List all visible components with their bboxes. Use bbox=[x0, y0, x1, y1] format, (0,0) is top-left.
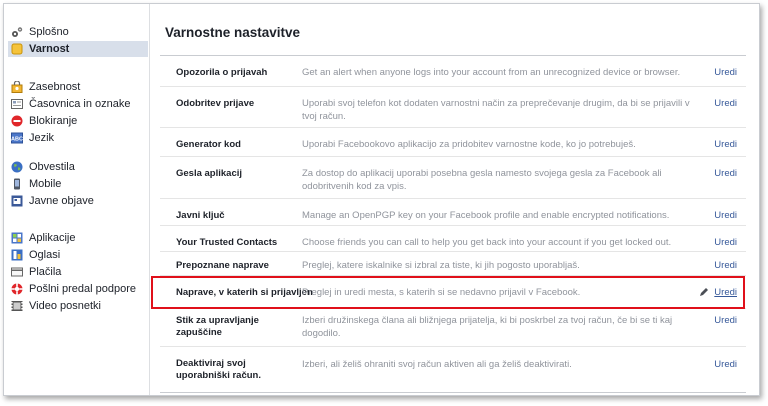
row-label: Opozorila o prijavah bbox=[176, 67, 268, 78]
sidebar-item-label: Zasebnost bbox=[29, 81, 81, 93]
privacy-lock-icon bbox=[11, 81, 23, 93]
globe-icon bbox=[11, 161, 23, 173]
sidebar-group-apps: Aplikacije Oglasi Plačila Pošlni predal … bbox=[8, 230, 148, 315]
sidebar-item-label: Obvestila bbox=[29, 161, 75, 173]
row-label: Generator kod bbox=[176, 139, 241, 150]
rss-icon bbox=[11, 195, 23, 207]
support-icon bbox=[11, 283, 23, 295]
edit-link[interactable]: Uredi bbox=[714, 259, 737, 272]
sidebar-item-label: Video posnetki bbox=[29, 300, 101, 312]
svg-text:ABC: ABC bbox=[11, 136, 23, 142]
row-label: Prepoznane naprave bbox=[176, 260, 269, 271]
sidebar-item-notifications[interactable]: Obvestila bbox=[8, 159, 148, 175]
apps-icon bbox=[11, 232, 23, 244]
row-label: Naprave, v katerih si prijavljen bbox=[176, 287, 313, 298]
row-description: Za dostop do aplikacij uporabi posebna g… bbox=[302, 168, 662, 192]
edit-link[interactable]: Uredi bbox=[714, 66, 737, 79]
pencil-icon bbox=[700, 288, 708, 296]
row-description: Izberi, ali želiš ohraniti svoj račun ak… bbox=[302, 359, 572, 370]
sidebar-item-label: Javne objave bbox=[29, 195, 94, 207]
settings-row-login-approvals[interactable]: Odobritev prijave Uporabi svoj telefon k… bbox=[160, 86, 746, 127]
timeline-icon bbox=[11, 98, 23, 110]
edit-link[interactable]: Uredi bbox=[714, 314, 737, 327]
settings-row-code-generator[interactable]: Generator kod Uporabi Facebookovo aplika… bbox=[160, 127, 746, 156]
sidebar-group-general: Splošno Varnost bbox=[8, 24, 148, 58]
settings-row-recognized-devices[interactable]: Prepoznane naprave Preglej, katere iskal… bbox=[160, 251, 746, 275]
sidebar-item-label: Blokiranje bbox=[29, 115, 78, 127]
sidebar-item-label: Časovnica in oznake bbox=[29, 98, 131, 110]
row-description: Uporabi svoj telefon kot dodaten varnost… bbox=[302, 98, 690, 122]
row-label: Deaktiviraj svoj uporabniški račun. bbox=[176, 358, 261, 381]
sidebar-item-label: Jezik bbox=[29, 132, 55, 144]
payments-icon bbox=[11, 266, 23, 278]
sidebar-item-label: Aplikacije bbox=[29, 232, 76, 244]
edit-link[interactable]: Uredi bbox=[714, 358, 737, 371]
sidebar-group-privacy: Zasebnost Časovnica in oznake Blokiranje… bbox=[8, 79, 148, 147]
edit-link[interactable]: Uredi bbox=[714, 209, 737, 222]
video-icon bbox=[11, 300, 23, 312]
edit-link[interactable]: Uredi bbox=[714, 286, 737, 299]
edit-link[interactable]: Uredi bbox=[714, 167, 737, 180]
row-description: Izberi družinskega člana ali bližnjega p… bbox=[302, 315, 673, 339]
settings-window: Splošno Varnost Zasebnost Časovnica in o… bbox=[3, 3, 760, 396]
shield-icon bbox=[11, 43, 23, 55]
settings-row-legacy-contact[interactable]: Stik za upravljanje zapuščine Izberi dru… bbox=[160, 308, 746, 346]
edit-link[interactable]: Uredi bbox=[714, 138, 737, 151]
row-description: Preglej in uredi mesta, s katerih si se … bbox=[302, 287, 581, 298]
sidebar-item-mobile[interactable]: Mobile bbox=[8, 176, 148, 192]
row-label: Stik za upravljanje zapuščine bbox=[176, 315, 259, 338]
language-icon: ABC bbox=[11, 132, 23, 144]
sidebar-item-videos[interactable]: Video posnetki bbox=[8, 298, 148, 314]
sidebar-item-label: Plačila bbox=[29, 266, 62, 278]
security-settings-list: Opozorila o prijavah Get an alert when a… bbox=[160, 55, 746, 393]
block-icon bbox=[11, 115, 23, 127]
ads-icon bbox=[11, 249, 23, 261]
row-label: Your Trusted Contacts bbox=[176, 237, 278, 248]
sidebar-item-label: Splošno bbox=[29, 26, 69, 38]
mobile-icon bbox=[11, 178, 23, 190]
sidebar-item-label: Mobile bbox=[29, 178, 62, 190]
settings-row-login-alerts[interactable]: Opozorila o prijavah Get an alert when a… bbox=[160, 56, 746, 86]
row-description: Preglej, katere iskalnike si izbral za t… bbox=[302, 260, 580, 271]
sidebar-item-general[interactable]: Splošno bbox=[8, 24, 148, 40]
sidebar-item-timeline[interactable]: Časovnica in oznake bbox=[8, 96, 148, 112]
settings-row-app-passwords[interactable]: Gesla aplikacij Za dostop do aplikacij u… bbox=[160, 156, 746, 198]
settings-sidebar: Splošno Varnost Zasebnost Časovnica in o… bbox=[4, 4, 149, 395]
row-label: Javni ključ bbox=[176, 210, 225, 221]
edit-link[interactable]: Uredi bbox=[714, 236, 737, 249]
sidebar-item-label: Varnost bbox=[29, 43, 70, 55]
sidebar-item-label: Pošlni predal podpore bbox=[29, 283, 137, 295]
sidebar-item-blocking[interactable]: Blokiranje bbox=[8, 113, 148, 129]
sidebar-item-security[interactable]: Varnost bbox=[8, 41, 148, 57]
settings-row-where-logged-in[interactable]: Naprave, v katerih si prijavljen Preglej… bbox=[160, 275, 746, 308]
sidebar-item-ads[interactable]: Oglasi bbox=[8, 247, 148, 263]
sidebar-item-payments[interactable]: Plačila bbox=[8, 264, 148, 280]
sidebar-item-privacy[interactable]: Zasebnost bbox=[8, 79, 148, 95]
gears-icon bbox=[11, 26, 23, 38]
settings-row-trusted-contacts[interactable]: Your Trusted Contacts Choose friends you… bbox=[160, 225, 746, 251]
row-description: Get an alert when anyone logs into your … bbox=[302, 67, 681, 78]
row-description: Manage an OpenPGP key on your Facebook p… bbox=[302, 210, 670, 221]
row-description: Choose friends you can call to help you … bbox=[302, 237, 672, 248]
page-title: Varnostne nastavitve bbox=[165, 25, 301, 40]
sidebar-item-public-posts[interactable]: Javne objave bbox=[8, 193, 148, 209]
settings-row-deactivate-account[interactable]: Deaktiviraj svoj uporabniški račun. Izbe… bbox=[160, 346, 746, 392]
sidebar-group-notifications: Obvestila Mobile Javne objave bbox=[8, 159, 148, 210]
settings-main: Varnostne nastavitve Opozorila o prijava… bbox=[149, 4, 759, 395]
sidebar-item-label: Oglasi bbox=[29, 249, 61, 261]
row-label: Gesla aplikacij bbox=[176, 168, 243, 179]
settings-row-public-key[interactable]: Javni ključ Manage an OpenPGP key on you… bbox=[160, 198, 746, 225]
sidebar-item-apps[interactable]: Aplikacije bbox=[8, 230, 148, 246]
row-label: Odobritev prijave bbox=[176, 98, 255, 109]
row-description: Uporabi Facebookovo aplikacijo za pridob… bbox=[302, 139, 636, 150]
edit-link[interactable]: Uredi bbox=[714, 97, 737, 110]
sidebar-item-support-inbox[interactable]: Pošlni predal podpore bbox=[8, 281, 148, 297]
sidebar-item-language[interactable]: ABC Jezik bbox=[8, 130, 148, 146]
